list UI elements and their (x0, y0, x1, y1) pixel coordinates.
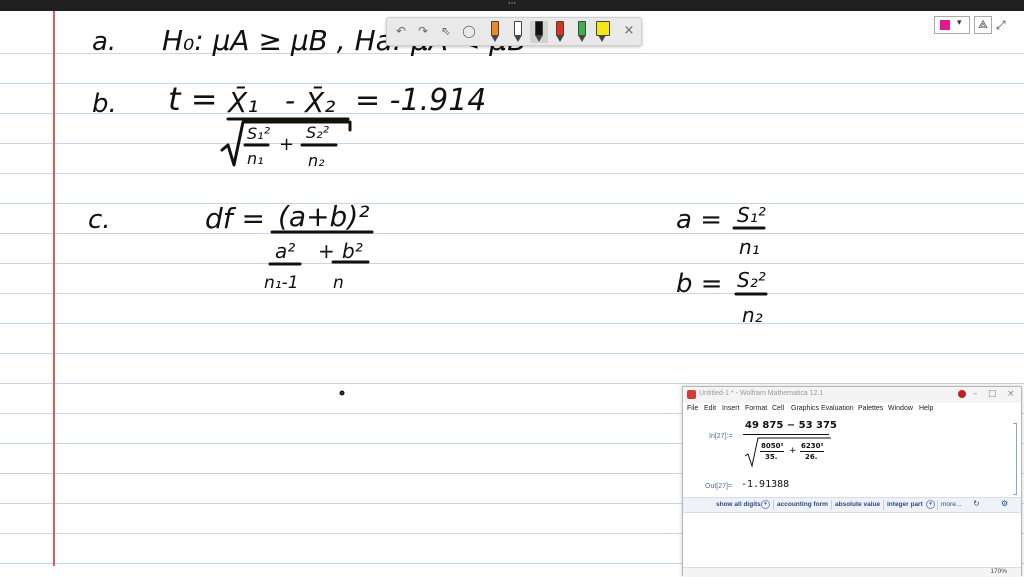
select-icon[interactable]: ⇖ (436, 21, 456, 41)
fraction-bar (743, 434, 829, 435)
highlighter-yellow-icon[interactable] (595, 21, 611, 43)
zoom-level[interactable]: 170% (990, 568, 1007, 575)
xbar2: X̄₂ (303, 85, 335, 119)
notebook-cells[interactable]: In[27]:= 49 875 − 53 375 8050² 35. + 623… (683, 417, 1021, 495)
divider (937, 500, 938, 510)
undo-icon[interactable]: ↶ (391, 21, 411, 41)
menu-edit[interactable]: Edit (704, 405, 716, 412)
suggestion-show-all-digits[interactable]: show all digits (716, 501, 761, 508)
plus-sign: + (279, 134, 294, 155)
a-def-s1sq: S₁² (737, 203, 766, 227)
menu-file[interactable]: File (687, 405, 698, 412)
pen-orange-icon[interactable] (488, 21, 500, 43)
a-squared: a² (275, 239, 295, 263)
t-result: = -1.914 (355, 83, 486, 118)
part-c-label: c. (88, 205, 111, 235)
menu-palettes[interactable]: Palettes (858, 405, 883, 412)
input-label: In[27]:= (709, 433, 733, 440)
sqrt-sign (744, 437, 831, 468)
term1-numerator: 8050² (761, 442, 784, 450)
minimize-button[interactable]: – (973, 389, 978, 399)
term2-denominator: 26. (805, 453, 818, 461)
maximize-button[interactable]: □ (988, 389, 997, 399)
t-statistic-label: t = (168, 80, 218, 118)
redo-icon[interactable]: ↷ (413, 21, 433, 41)
b-def-n2: n₂ (742, 303, 763, 327)
xbar1: X̄₁ (226, 85, 258, 119)
a-def-n1: n₁ (739, 235, 760, 259)
ink-dot (339, 390, 345, 396)
chevron-down-icon: ▾ (957, 18, 962, 28)
term2-numerator: 6230² (801, 442, 824, 450)
term1-denominator: 35. (765, 453, 778, 461)
pen-green-icon[interactable] (575, 21, 587, 43)
divider (883, 500, 884, 510)
menu-window[interactable]: Window (888, 405, 913, 412)
pen-color-picker[interactable]: ▾ (934, 16, 970, 34)
fraction-bar (760, 451, 784, 452)
pen-white-icon[interactable] (511, 21, 523, 43)
output-value: -1.91388 (741, 479, 790, 490)
cell-bracket[interactable] (1013, 423, 1017, 495)
plus-sign: + (789, 446, 797, 456)
mathematica-app-icon (687, 390, 696, 399)
n2: n₂ (308, 151, 325, 170)
input-numerator: 49 875 − 53 375 (745, 420, 837, 431)
menu-evaluation[interactable]: Evaluation (821, 405, 854, 412)
s2-squared: S₂² (306, 123, 330, 142)
plus-sign: + (318, 239, 335, 263)
fraction-bar (800, 451, 824, 452)
n1-minus-1: n₁-1 (264, 273, 299, 293)
minus-sign: - (285, 84, 295, 117)
df-numerator: (a+b)² (278, 200, 369, 233)
df-label: df = (205, 202, 265, 235)
b-def-s2sq: S₂² (737, 268, 766, 292)
suggestions-bar: show all digits ▾ accounting form absolu… (683, 497, 1021, 513)
suggestion-accounting-form[interactable]: accounting form (777, 501, 828, 508)
part-a-label: a. (92, 27, 116, 57)
menu-format[interactable]: Format (745, 405, 767, 412)
pen-settings-button[interactable]: ⟁ (974, 16, 992, 34)
divider (831, 500, 832, 510)
mathematica-window[interactable]: Untitled-1 * - Wolfram Mathematica 12.1 … (682, 386, 1022, 577)
window-title: Untitled-1 * - Wolfram Mathematica 12.1 (699, 390, 824, 397)
suggestion-absolute-value[interactable]: absolute value (835, 501, 880, 508)
n-denominator: n (333, 273, 344, 293)
menu-cell[interactable]: Cell (772, 405, 784, 412)
pen-toolbar: ↶ ↷ ⇖ ◯ × (386, 17, 642, 46)
b-squared: b² (342, 239, 363, 263)
chevron-down-icon[interactable]: ▾ (761, 500, 770, 509)
output-label: Out[27]= (705, 483, 733, 490)
a-definition: a = (676, 205, 722, 235)
menu-graphics[interactable]: Graphics (791, 405, 819, 412)
pen-red-icon[interactable] (553, 21, 565, 43)
gear-icon[interactable]: ⚙ (1001, 500, 1008, 508)
menu-help[interactable]: Help (919, 405, 933, 412)
suggestion-integer-part[interactable]: integer part (887, 501, 923, 508)
pen-black-icon[interactable] (530, 21, 548, 43)
color-swatch (940, 20, 950, 30)
lasso-icon[interactable]: ◯ (459, 21, 479, 41)
n1: n₁ (247, 149, 264, 168)
chevron-down-icon[interactable]: ▾ (926, 500, 935, 509)
window-titlebar[interactable]: Untitled-1 * - Wolfram Mathematica 12.1 … (683, 387, 1021, 403)
close-button[interactable]: × (1007, 389, 1015, 399)
expand-icon[interactable]: ⤢ (996, 16, 1010, 34)
notification-badge-icon[interactable] (958, 390, 966, 398)
part-b-label: b. (92, 89, 117, 119)
refresh-icon[interactable]: ↻ (973, 500, 980, 508)
close-icon[interactable]: × (619, 21, 639, 41)
suggestion-more[interactable]: more... (941, 501, 961, 508)
menu-insert[interactable]: Insert (722, 405, 740, 412)
divider (773, 500, 774, 510)
s1-squared: S₁² (247, 124, 271, 143)
b-definition: b = (676, 269, 723, 299)
